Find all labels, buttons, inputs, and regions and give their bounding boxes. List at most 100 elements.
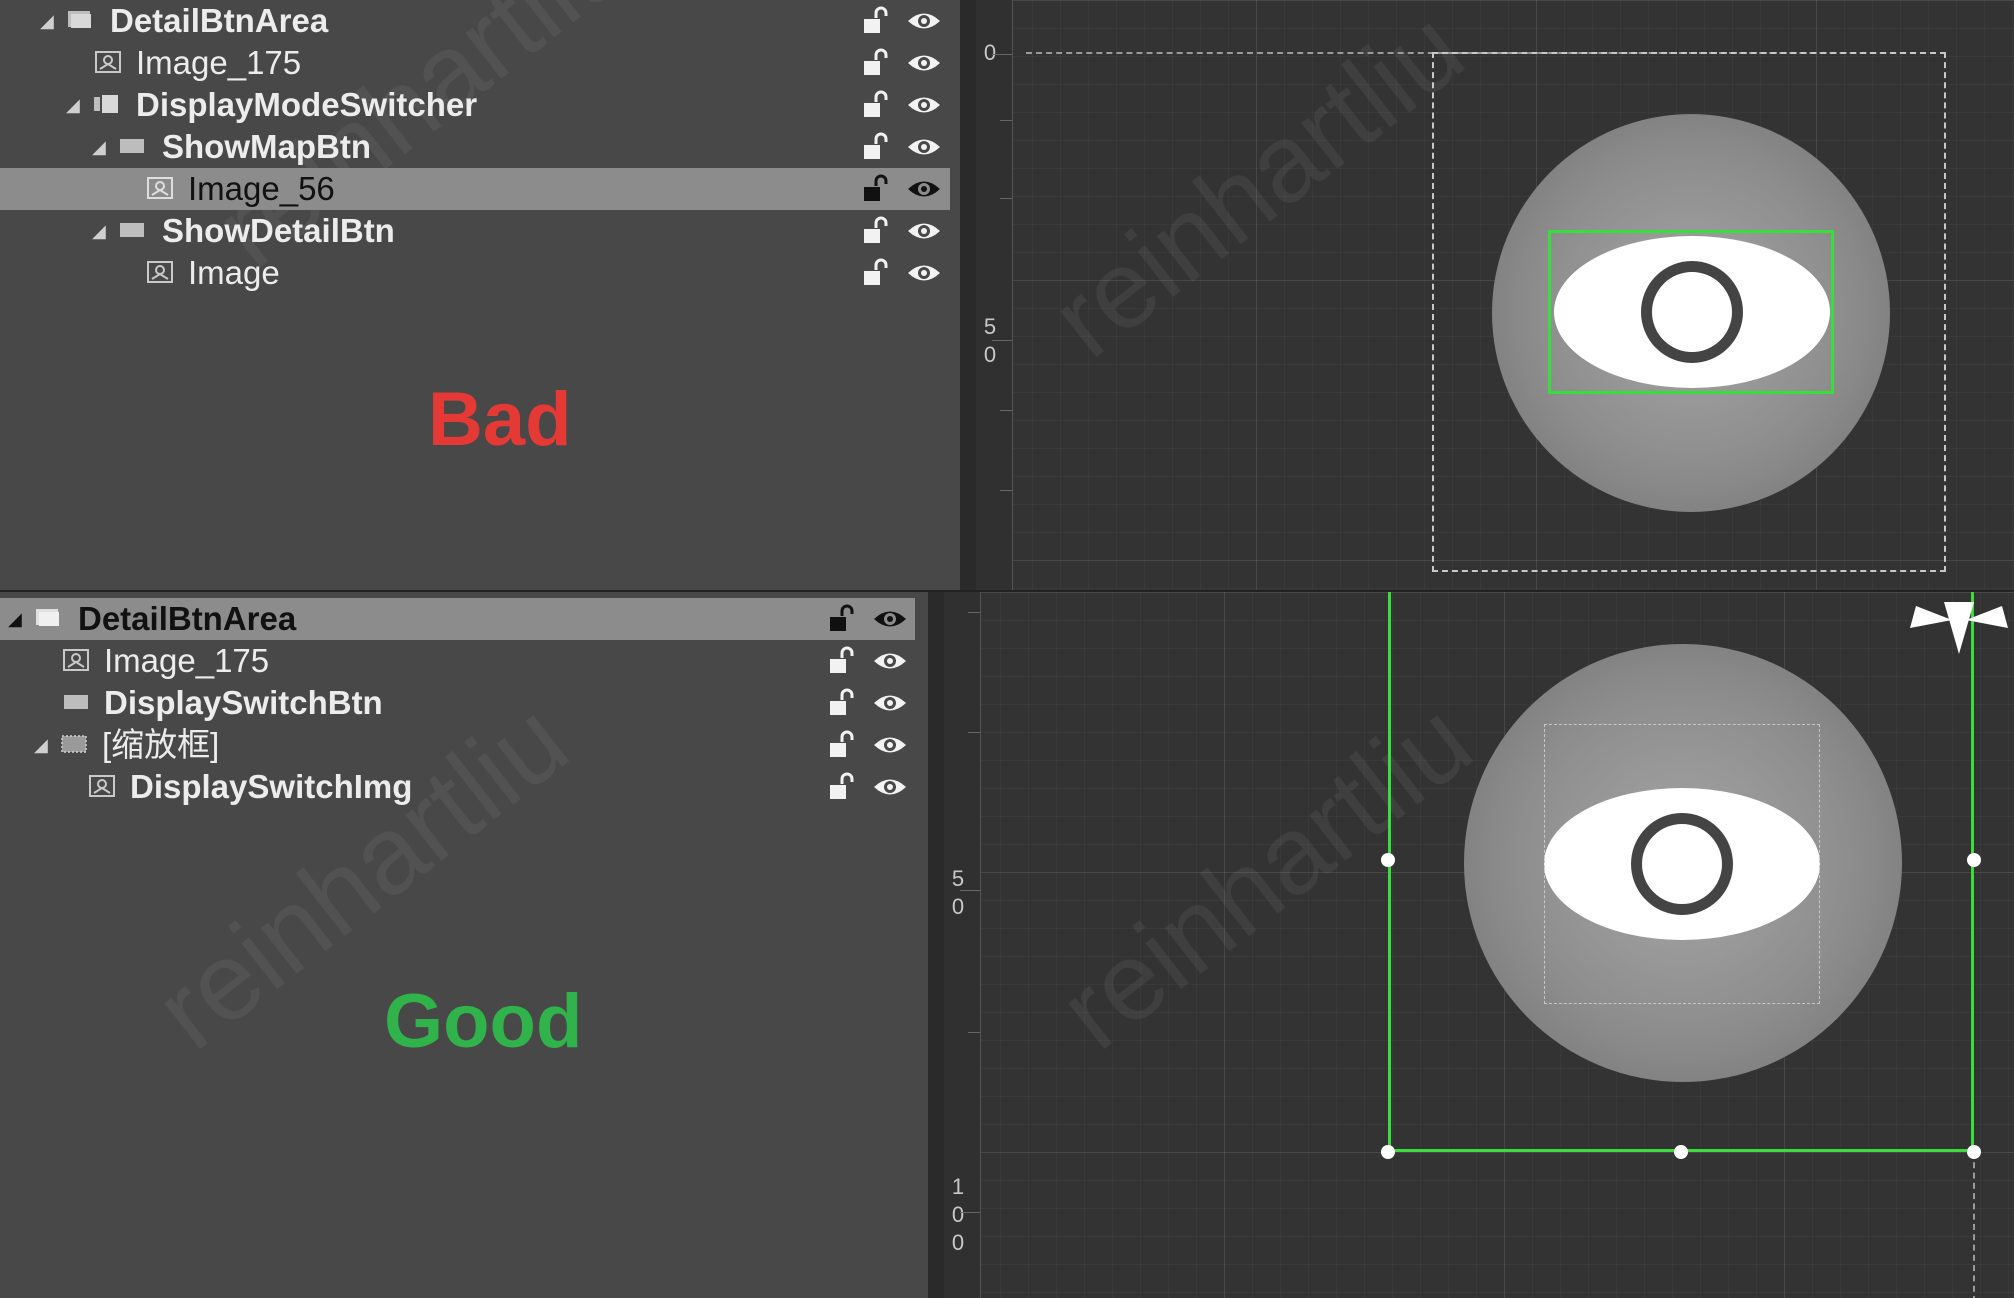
tree-row-displaymodeswitcher[interactable]: ◢ DisplayModeSwitcher	[0, 84, 950, 126]
anchor-icon[interactable]	[1904, 592, 2014, 662]
eye-icon[interactable]	[906, 48, 942, 78]
lock-icon[interactable]	[858, 90, 894, 120]
tree-row-label: DisplaySwitchImg	[130, 768, 413, 805]
ruler-number: 0	[951, 894, 965, 919]
bad-example-panel: reinhartliu ◢ DetailBtnArea Image_175 ◢ …	[0, 0, 2014, 590]
expand-arrow-icon[interactable]: ◢	[92, 210, 106, 252]
tree-row-showmapbtn[interactable]: ◢ ShowMapBtn	[0, 126, 950, 168]
ruler-number: 5	[951, 866, 965, 891]
ruler-number: 0	[951, 1230, 965, 1255]
vertical-ruler: 5 0 1 0 0	[944, 592, 981, 1298]
ruler-number: 0	[983, 342, 997, 367]
tree-row-label: DetailBtnArea	[78, 600, 297, 637]
ruler-tick	[968, 732, 980, 733]
tree-row-image[interactable]: Image	[0, 252, 950, 294]
tree-row-showdetailbtn[interactable]: ◢ ShowDetailBtn	[0, 210, 950, 252]
ruler-tick	[1000, 410, 1012, 411]
lock-icon[interactable]	[858, 132, 894, 162]
resize-handle[interactable]	[1967, 1145, 1981, 1159]
tree-row-displayswitchimg[interactable]: DisplaySwitchImg	[0, 766, 915, 808]
ruler-tick	[1000, 490, 1012, 491]
tree-row-label: Image	[188, 254, 280, 291]
ruler-tick	[992, 340, 1012, 341]
tree-row-label: ShowMapBtn	[162, 128, 371, 165]
lock-icon[interactable]	[824, 688, 860, 718]
tree-row-label: [缩放框]	[102, 726, 220, 763]
ruler-number: 0	[983, 40, 997, 65]
panel-divider[interactable]	[960, 0, 976, 590]
vertical-ruler: 0 5 0	[976, 0, 1013, 590]
eye-icon[interactable]	[906, 132, 942, 162]
lock-icon[interactable]	[858, 216, 894, 246]
tree-row-label: DisplayModeSwitcher	[136, 86, 478, 123]
watermark: reinhartliu	[1029, 0, 1486, 381]
button-icon	[118, 218, 146, 242]
eye-icon[interactable]	[906, 6, 942, 36]
panel-divider[interactable]	[928, 592, 944, 1298]
ruler-number: 5	[983, 314, 997, 339]
ruler-tick	[960, 890, 980, 891]
lock-icon[interactable]	[824, 604, 860, 634]
expand-arrow-icon[interactable]: ◢	[8, 598, 22, 640]
ruler-tick	[968, 1032, 980, 1033]
eye-icon[interactable]	[906, 258, 942, 288]
button-icon	[62, 690, 90, 714]
tree-row-displayswitchbtn[interactable]: DisplaySwitchBtn	[0, 682, 915, 724]
resize-handle[interactable]	[1381, 853, 1395, 867]
lock-icon[interactable]	[858, 6, 894, 36]
eye-icon[interactable]	[872, 646, 908, 676]
tree-row-label: Image_175	[104, 642, 270, 679]
ruler-tick	[992, 54, 1012, 55]
resize-handle[interactable]	[1381, 1145, 1395, 1159]
selection-outline[interactable]	[1388, 592, 1974, 1152]
tree-row-image-56[interactable]: Image_56	[0, 168, 950, 210]
button-icon	[118, 134, 146, 158]
expand-arrow-icon[interactable]: ◢	[92, 126, 106, 168]
image-icon	[146, 176, 174, 200]
selection-outline[interactable]	[1548, 230, 1834, 394]
ruler-tick	[1000, 198, 1012, 199]
lock-icon[interactable]	[858, 48, 894, 78]
tree-row-label: DetailBtnArea	[110, 2, 329, 39]
tree-row-label: Image_56	[188, 170, 335, 207]
eye-icon[interactable]	[906, 90, 942, 120]
lock-icon[interactable]	[824, 646, 860, 676]
tree-row-image-175[interactable]: Image_175	[0, 640, 915, 682]
eye-icon[interactable]	[872, 688, 908, 718]
image-icon	[146, 260, 174, 284]
ruler-tick	[968, 612, 980, 613]
image-icon	[62, 648, 90, 672]
tree-row-label: Image_175	[136, 44, 302, 81]
expand-arrow-icon[interactable]: ◢	[34, 724, 48, 766]
tree-row-detailbtnarea[interactable]: ◢ DetailBtnArea	[0, 0, 950, 42]
eye-icon[interactable]	[872, 604, 908, 634]
verdict-bad: Bad	[428, 377, 572, 462]
tree-row-label: ShowDetailBtn	[162, 212, 395, 249]
eye-icon[interactable]	[906, 216, 942, 246]
resize-handle[interactable]	[1674, 1145, 1688, 1159]
eye-icon[interactable]	[872, 772, 908, 802]
widget-icon	[34, 606, 62, 630]
hierarchy-panel-bad: reinhartliu ◢ DetailBtnArea Image_175 ◢ …	[0, 0, 960, 590]
ruler-number: 0	[951, 1202, 965, 1227]
designer-viewport-good[interactable]: 5 0 1 0 0 reinhartliu	[944, 592, 2014, 1298]
eye-icon[interactable]	[872, 730, 908, 760]
good-example-panel: reinhartliu ◢ DetailBtnArea Image_175 Di…	[0, 592, 2014, 1298]
lock-icon[interactable]	[858, 174, 894, 204]
tree-row-detailbtnarea[interactable]: ◢ DetailBtnArea	[0, 598, 915, 640]
lock-icon[interactable]	[824, 730, 860, 760]
image-icon	[94, 50, 122, 74]
lock-icon[interactable]	[824, 772, 860, 802]
canvas-right-border	[1973, 1152, 1975, 1298]
tree-row-image-175[interactable]: Image_175	[0, 42, 950, 84]
resize-handle[interactable]	[1967, 853, 1981, 867]
widget-icon	[92, 92, 120, 116]
ruler-number: 1	[951, 1174, 965, 1199]
expand-arrow-icon[interactable]: ◢	[40, 0, 54, 42]
eye-icon[interactable]	[906, 174, 942, 204]
expand-arrow-icon[interactable]: ◢	[66, 84, 80, 126]
designer-viewport-bad[interactable]: 0 5 0 reinhartliu	[976, 0, 2014, 590]
tree-row-scalebox[interactable]: ◢ [缩放框]	[0, 724, 915, 766]
lock-icon[interactable]	[858, 258, 894, 288]
ruler-tick	[1000, 120, 1012, 121]
